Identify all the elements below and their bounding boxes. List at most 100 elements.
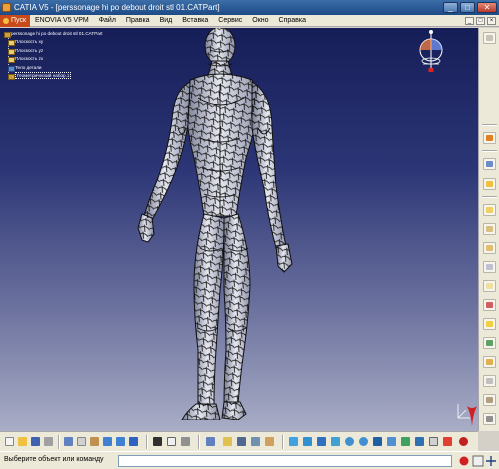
right-toolbar xyxy=(478,28,499,431)
fillet-icon[interactable] xyxy=(483,261,496,273)
pan-icon[interactable] xyxy=(316,436,328,448)
tree-item-label: Плоскость zx xyxy=(15,56,44,62)
knowledge-icon[interactable] xyxy=(180,436,192,448)
print-icon[interactable] xyxy=(43,436,55,448)
catia-app-icon[interactable] xyxy=(2,3,11,12)
toolbar-separator xyxy=(198,435,200,449)
catalog-icon[interactable] xyxy=(222,436,234,448)
paste-icon[interactable] xyxy=(89,436,101,448)
status-grid-icon[interactable] xyxy=(472,455,484,467)
menu-start-label: Пуск xyxy=(11,16,27,24)
tree-item-plane-xy[interactable]: Плоскость xy xyxy=(7,38,103,47)
fly-icon[interactable] xyxy=(288,436,300,448)
doc-minimize-button[interactable]: _ xyxy=(465,16,474,25)
cut-icon[interactable] xyxy=(63,436,75,448)
multi-view-icon[interactable] xyxy=(386,436,398,448)
menu-view[interactable]: Вид xyxy=(155,15,178,27)
menu-edit[interactable]: Правка xyxy=(121,15,155,27)
analysis-icon[interactable] xyxy=(483,413,496,425)
translate-icon[interactable] xyxy=(483,356,496,368)
tree-item-label: Тело детали xyxy=(15,64,42,70)
copy-icon[interactable] xyxy=(76,436,88,448)
spec-tree: perssonage hi po debout droit stl 01.CAT… xyxy=(3,30,103,81)
zoom-out-icon[interactable] xyxy=(358,436,370,448)
toolbar-separator xyxy=(482,124,497,126)
fit-all-icon[interactable] xyxy=(302,436,314,448)
human-wireframe-model[interactable] xyxy=(128,28,308,420)
status-stop-icon[interactable] xyxy=(458,455,470,467)
split-icon[interactable] xyxy=(483,337,496,349)
menu-start[interactable]: Пуск xyxy=(0,14,31,27)
tree-root-label: perssonage hi po debout droit stl 01.CAT… xyxy=(11,31,103,36)
toolbar-separator xyxy=(146,435,148,449)
title-bar[interactable]: CATIA V5 - [perssonage hi po debout droi… xyxy=(0,0,499,15)
tree-item-label: Плоскость yz xyxy=(15,47,44,53)
toolbar-separator xyxy=(482,150,497,152)
open-icon[interactable] xyxy=(17,436,29,448)
status-axis-icon[interactable] xyxy=(485,455,497,467)
doc-restore-button[interactable]: □ xyxy=(476,16,485,25)
compass-icon[interactable] xyxy=(405,28,457,78)
material-icon[interactable] xyxy=(483,394,496,406)
hide-show-icon[interactable] xyxy=(428,436,440,448)
rotate-icon[interactable] xyxy=(330,436,342,448)
comment-icon[interactable] xyxy=(166,436,178,448)
catia-icon[interactable] xyxy=(458,436,470,448)
zoom-in-icon[interactable] xyxy=(344,436,356,448)
catia-window: CATIA V5 - [perssonage hi po debout droi… xyxy=(0,0,499,469)
pocket-icon[interactable] xyxy=(483,223,496,235)
table-icon[interactable] xyxy=(205,436,217,448)
menu-window[interactable]: Окно xyxy=(247,15,273,27)
menu-help[interactable]: Справка xyxy=(274,15,311,27)
formula-icon[interactable] xyxy=(152,436,164,448)
tree-item-plane-zx[interactable]: Плоскость zx xyxy=(7,55,103,64)
boolean-icon[interactable] xyxy=(483,375,496,387)
shading-icon[interactable] xyxy=(414,436,426,448)
status-prompt: Выберите объект или команду xyxy=(4,456,104,463)
whats-this-icon[interactable] xyxy=(128,436,140,448)
tree-item-label: Геометрический набор.1 xyxy=(15,72,72,80)
swap-visible-icon[interactable] xyxy=(442,436,454,448)
shaft-icon[interactable] xyxy=(483,242,496,254)
new-icon[interactable] xyxy=(4,436,16,448)
command-input[interactable] xyxy=(118,455,452,467)
menu-bar: Пуск ENOVIA V5 VPM Файл Правка Вид Встав… xyxy=(0,14,499,27)
select-icon[interactable] xyxy=(483,132,496,144)
menu-file[interactable]: Файл xyxy=(94,15,121,27)
measure-icon[interactable] xyxy=(236,436,248,448)
tree-item-plane-yz[interactable]: Плоскость yz xyxy=(7,47,103,56)
tree-item-part-body[interactable]: Тело детали xyxy=(7,64,103,73)
menu-tools[interactable]: Сервис xyxy=(213,15,247,27)
maximize-button[interactable]: □ xyxy=(460,2,475,13)
iso-view-icon[interactable] xyxy=(400,436,412,448)
catia-logo-icon xyxy=(467,406,477,426)
menu-enovia[interactable]: ENOVIA V5 VPM xyxy=(30,15,94,27)
measure-item-icon[interactable] xyxy=(250,436,262,448)
chamfer-icon[interactable] xyxy=(483,280,496,292)
more-icon[interactable] xyxy=(483,32,496,44)
pad-icon[interactable] xyxy=(483,204,496,216)
bottom-toolbar xyxy=(0,431,478,451)
toolbar-separator xyxy=(58,435,60,449)
minimize-button[interactable]: _ xyxy=(443,2,458,13)
normal-view-icon[interactable] xyxy=(372,436,384,448)
inertia-icon[interactable] xyxy=(264,436,276,448)
redo-icon[interactable] xyxy=(115,436,127,448)
tree-root[interactable]: perssonage hi po debout droit stl 01.CAT… xyxy=(3,30,103,39)
window-title: CATIA V5 - [perssonage hi po debout droi… xyxy=(14,3,220,12)
doc-close-button[interactable]: × xyxy=(487,16,496,25)
shell-icon[interactable] xyxy=(483,318,496,330)
save-icon[interactable] xyxy=(30,436,42,448)
tree-item-geometric-set[interactable]: Геометрический набор.1 xyxy=(7,72,103,81)
draft-icon[interactable] xyxy=(483,299,496,311)
undo-icon[interactable] xyxy=(102,436,114,448)
start-logo-icon xyxy=(3,17,9,24)
close-button[interactable]: ✕ xyxy=(477,2,497,13)
sketcher-icon[interactable] xyxy=(483,158,496,170)
figure-mesh-overlay xyxy=(138,28,292,420)
toolbar-separator xyxy=(482,196,497,198)
3d-viewport[interactable]: perssonage hi po debout droit stl 01.CAT… xyxy=(0,28,478,431)
tree-item-label: Плоскость xy xyxy=(15,39,44,45)
sketch-icon[interactable] xyxy=(483,178,496,190)
menu-insert[interactable]: Вставка xyxy=(177,15,213,27)
